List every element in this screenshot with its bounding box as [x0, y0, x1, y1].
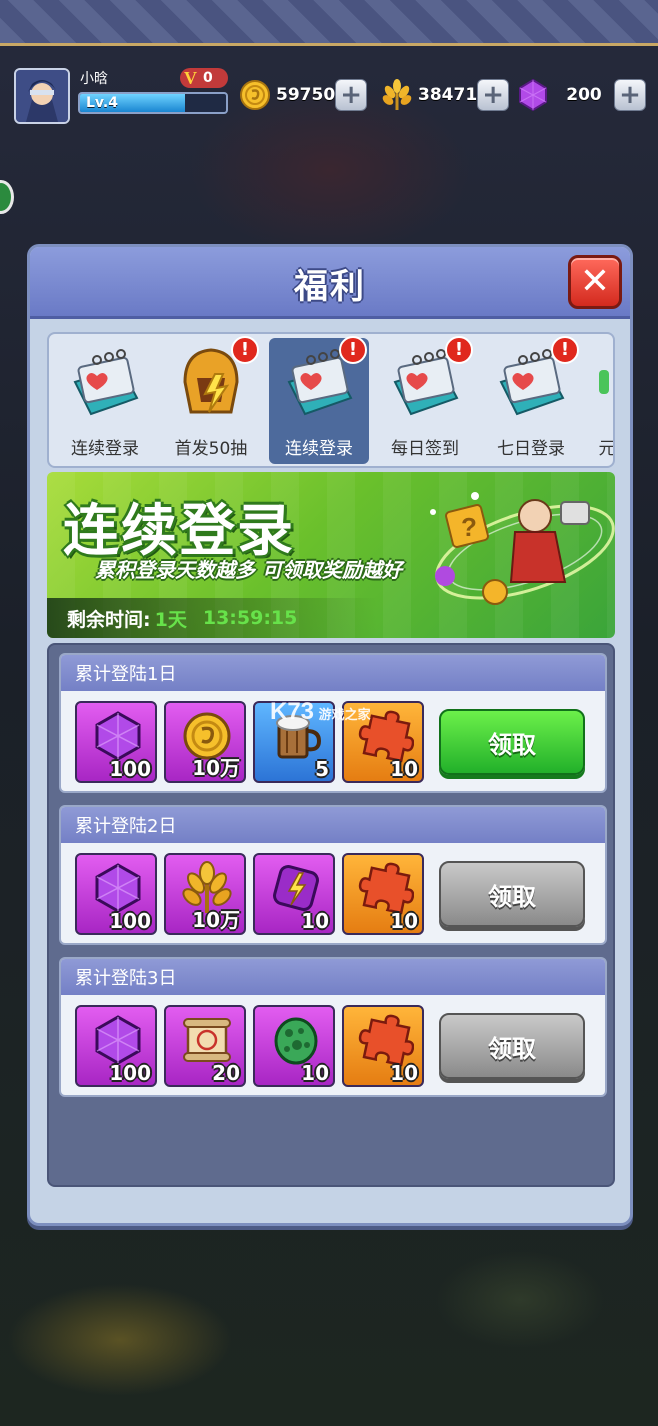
reward-item[interactable]: 100: [75, 853, 157, 935]
item-quantity: 10万: [192, 756, 240, 780]
item-quantity: 10: [301, 1061, 329, 1085]
hero-character-illustration: ?: [415, 472, 615, 638]
item-quantity: 20: [212, 1061, 240, 1085]
gem-icon: [95, 863, 141, 913]
modal-header: 福利 ✕: [30, 247, 630, 319]
coin-resource: 59750 +: [238, 78, 368, 112]
watermark: K73 游戏之家: [270, 698, 371, 726]
reward-item[interactable]: 10: [253, 1005, 335, 1087]
calendar-heart-icon: !: [383, 336, 473, 426]
claim-button[interactable]: 领取: [439, 861, 585, 927]
tab-label: 连续登录: [71, 439, 139, 459]
watermark-text: 游戏之家: [318, 708, 371, 723]
hero-portrait-icon: [16, 70, 68, 122]
tab-label: 每日签到: [391, 439, 459, 459]
dino-egg-icon: [274, 1017, 318, 1065]
gem-resource: 200 +: [516, 78, 646, 112]
welfare-tabs: 连续登录 ! 首发50抽 ! 连续登录 ! 每日签到 ! 七日登录 元: [47, 332, 615, 468]
close-button[interactable]: ✕: [568, 255, 622, 309]
tab-partial[interactable]: 元: [587, 338, 615, 464]
reward-item[interactable]: 20: [164, 1005, 246, 1087]
golden-helmet-icon: !: [169, 336, 259, 426]
alert-icon: !: [445, 336, 473, 364]
gem-amount: 200: [566, 85, 602, 105]
add-wheat-button[interactable]: +: [477, 79, 510, 111]
alert-icon: !: [231, 336, 259, 364]
reward-item[interactable]: 10: [342, 853, 424, 935]
wheat-amount: 38471: [418, 85, 478, 105]
timer-time: 13:59:15: [202, 607, 298, 629]
gem-icon: [95, 1015, 141, 1065]
reward-row: 累计登陆3日 100 20 10 10 领取: [59, 957, 607, 1097]
tab-label: 元: [598, 439, 615, 459]
partial-tab-icon: [587, 342, 613, 426]
timer-label: 剩余时间:: [67, 608, 151, 631]
tab-seven-day-login[interactable]: ! 七日登录: [481, 336, 581, 464]
add-gems-button[interactable]: +: [614, 79, 646, 111]
top-bar: 小晗 V 0 Lv.4 59750 + 38471 + 200 +: [0, 64, 658, 124]
reward-row-title: 累计登陆2日: [61, 807, 605, 843]
item-quantity: 5: [315, 757, 329, 781]
gem-icon: [95, 711, 141, 761]
reward-item[interactable]: 10: [253, 853, 335, 935]
lightning-gem-icon: [273, 865, 319, 911]
alert-icon: !: [551, 336, 579, 364]
item-quantity: 100: [109, 757, 151, 781]
claim-button[interactable]: 领取: [439, 709, 585, 775]
level-progress-bar: Lv.4: [78, 92, 228, 114]
claim-button[interactable]: 领取: [439, 1013, 585, 1079]
event-banner: 连续登录 累积登录天数越多 可领取奖励越好 剩余时间: 1天 13:59:15 …: [47, 472, 615, 638]
item-quantity: 10: [390, 909, 418, 933]
scroll-icon: [183, 1018, 231, 1062]
tab-label: 七日登录: [497, 439, 565, 459]
gem-icon: [516, 78, 550, 112]
reward-item[interactable]: 10万: [164, 853, 246, 935]
coin-amount: 59750: [276, 85, 336, 105]
puzzle-piece-icon: [358, 1014, 414, 1067]
close-icon: ✕: [579, 261, 611, 302]
item-quantity: 10: [390, 757, 418, 781]
banner-subtitle: 累积登录天数越多 可领取奖励越好: [95, 558, 402, 582]
vip-badge[interactable]: V 0: [180, 68, 228, 88]
wheat-icon: [380, 78, 414, 112]
player-name: 小晗: [80, 71, 108, 87]
watermark-brand: K73: [270, 698, 315, 725]
player-avatar[interactable]: [14, 68, 70, 124]
puzzle-piece-icon: [358, 862, 414, 915]
reward-row-title: 累计登陆1日: [61, 655, 605, 691]
alert-icon: !: [339, 336, 367, 364]
welfare-modal: 福利 ✕ 连续登录 ! 首发50抽 ! 连续登录 ! 每日签到 ! 七日登录 元…: [27, 244, 633, 1226]
item-quantity: 10万: [192, 908, 240, 932]
timer-days: 1天: [154, 608, 187, 631]
top-decoration: [0, 0, 658, 46]
gold-coin-icon: [238, 78, 272, 112]
tab-continuous-login-1[interactable]: 连续登录: [55, 338, 155, 464]
reward-item[interactable]: 10: [342, 1005, 424, 1087]
svg-text:?: ?: [461, 512, 477, 542]
item-quantity: 10: [301, 909, 329, 933]
item-quantity: 10: [390, 1061, 418, 1085]
tab-first-release-50-draws[interactable]: ! 首发50抽: [161, 336, 261, 464]
add-coins-button[interactable]: +: [335, 79, 368, 111]
player-level: Lv.4: [86, 95, 118, 111]
modal-title: 福利: [294, 267, 366, 307]
tab-label: 首发50抽: [174, 439, 248, 459]
reward-item[interactable]: 100: [75, 701, 157, 783]
calendar-heart-icon: [63, 342, 147, 426]
reward-row: 累计登陆2日 100 10万 10 10 领取: [59, 805, 607, 945]
calendar-heart-icon: !: [489, 336, 579, 426]
reward-row-title: 累计登陆3日: [61, 959, 605, 995]
tab-continuous-login-active[interactable]: ! 连续登录: [269, 336, 369, 464]
vip-level: 0: [203, 70, 213, 86]
item-quantity: 100: [109, 1061, 151, 1085]
reward-item[interactable]: 10万: [164, 701, 246, 783]
tab-daily-checkin[interactable]: ! 每日签到: [375, 336, 475, 464]
reward-item[interactable]: 100: [75, 1005, 157, 1087]
vip-icon: V: [184, 67, 197, 88]
tab-label: 连续登录: [285, 439, 353, 459]
wheat-resource: 38471 +: [380, 78, 510, 112]
item-quantity: 100: [109, 909, 151, 933]
countdown-timer: 剩余时间: 1天 13:59:15: [47, 598, 377, 638]
calendar-heart-icon: !: [277, 336, 367, 426]
